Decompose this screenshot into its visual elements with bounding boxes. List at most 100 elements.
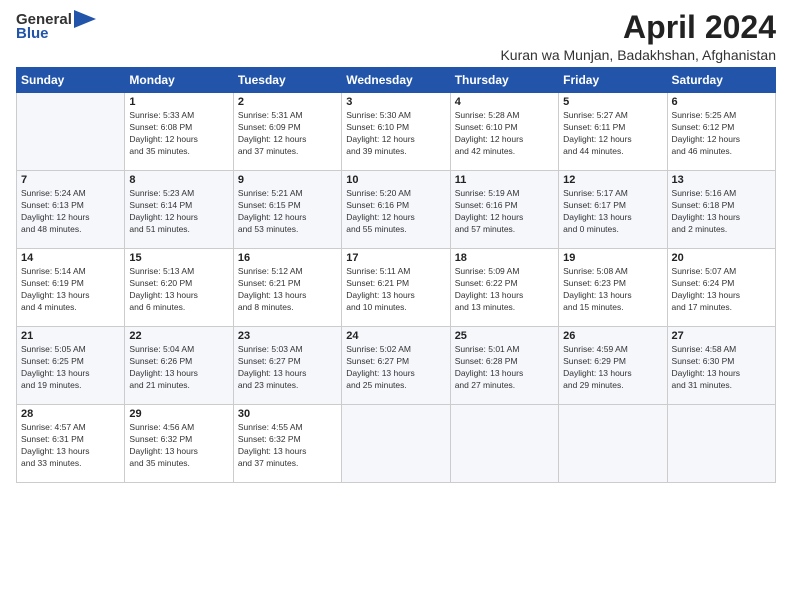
header: General Blue April 2024 Kuran wa Munjan,… (16, 10, 776, 63)
day-number: 13 (672, 174, 771, 186)
day-number: 11 (455, 174, 554, 186)
calendar-cell: 24 Sunrise: 5:02 AM Sunset: 6:27 PM Dayli… (342, 327, 450, 405)
day-number: 28 (21, 408, 120, 420)
day-info: Sunrise: 5:23 AM Sunset: 6:14 PM Dayligh… (129, 188, 228, 236)
calendar-table: SundayMondayTuesdayWednesdayThursdayFrid… (16, 67, 776, 483)
calendar-cell: 27 Sunrise: 4:58 AM Sunset: 6:30 PM Dayli… (667, 327, 775, 405)
day-number: 8 (129, 174, 228, 186)
day-info: Sunrise: 5:11 AM Sunset: 6:21 PM Dayligh… (346, 266, 445, 314)
day-number: 12 (563, 174, 662, 186)
day-info: Sunrise: 4:55 AM Sunset: 6:32 PM Dayligh… (238, 422, 337, 470)
day-info: Sunrise: 5:28 AM Sunset: 6:10 PM Dayligh… (455, 110, 554, 158)
logo: General Blue (16, 10, 96, 42)
day-info: Sunrise: 5:04 AM Sunset: 6:26 PM Dayligh… (129, 344, 228, 392)
page: General Blue April 2024 Kuran wa Munjan,… (0, 0, 792, 612)
header-row: SundayMondayTuesdayWednesdayThursdayFrid… (17, 68, 776, 93)
calendar-cell: 5 Sunrise: 5:27 AM Sunset: 6:11 PM Daylig… (559, 93, 667, 171)
day-info: Sunrise: 5:25 AM Sunset: 6:12 PM Dayligh… (672, 110, 771, 158)
day-info: Sunrise: 5:08 AM Sunset: 6:23 PM Dayligh… (563, 266, 662, 314)
calendar-cell: 17 Sunrise: 5:11 AM Sunset: 6:21 PM Dayli… (342, 249, 450, 327)
calendar-cell: 18 Sunrise: 5:09 AM Sunset: 6:22 PM Dayli… (450, 249, 558, 327)
calendar-cell: 15 Sunrise: 5:13 AM Sunset: 6:20 PM Dayli… (125, 249, 233, 327)
calendar-cell: 16 Sunrise: 5:12 AM Sunset: 6:21 PM Dayli… (233, 249, 341, 327)
calendar-cell: 14 Sunrise: 5:14 AM Sunset: 6:19 PM Dayli… (17, 249, 125, 327)
calendar-cell: 6 Sunrise: 5:25 AM Sunset: 6:12 PM Daylig… (667, 93, 775, 171)
calendar-cell (559, 405, 667, 483)
col-header-friday: Friday (559, 68, 667, 93)
logo-blue: Blue (16, 25, 49, 42)
calendar-cell: 19 Sunrise: 5:08 AM Sunset: 6:23 PM Dayli… (559, 249, 667, 327)
calendar-cell: 21Sunrise: 5:05 AM Sunset: 6:25 PM Dayli… (17, 327, 125, 405)
day-info: Sunrise: 5:07 AM Sunset: 6:24 PM Dayligh… (672, 266, 771, 314)
col-header-thursday: Thursday (450, 68, 558, 93)
calendar-cell: 29Sunrise: 4:56 AM Sunset: 6:32 PM Dayli… (125, 405, 233, 483)
col-header-tuesday: Tuesday (233, 68, 341, 93)
calendar-cell: 12Sunrise: 5:17 AM Sunset: 6:17 PM Dayli… (559, 171, 667, 249)
day-info: Sunrise: 5:01 AM Sunset: 6:28 PM Dayligh… (455, 344, 554, 392)
calendar-cell: 25 Sunrise: 5:01 AM Sunset: 6:28 PM Dayli… (450, 327, 558, 405)
day-info: Sunrise: 5:20 AM Sunset: 6:16 PM Dayligh… (346, 188, 445, 236)
week-row-3: 21Sunrise: 5:05 AM Sunset: 6:25 PM Dayli… (17, 327, 776, 405)
week-row-1: 7 Sunrise: 5:24 AM Sunset: 6:13 PM Daylig… (17, 171, 776, 249)
day-info: Sunrise: 5:13 AM Sunset: 6:20 PM Dayligh… (129, 266, 228, 314)
day-number: 22 (129, 330, 228, 342)
day-info: Sunrise: 4:58 AM Sunset: 6:30 PM Dayligh… (672, 344, 771, 392)
day-info: Sunrise: 5:02 AM Sunset: 6:27 PM Dayligh… (346, 344, 445, 392)
calendar-cell: 28Sunrise: 4:57 AM Sunset: 6:31 PM Dayli… (17, 405, 125, 483)
logo-icon (74, 10, 96, 28)
day-number: 9 (238, 174, 337, 186)
calendar-cell: 20 Sunrise: 5:07 AM Sunset: 6:24 PM Dayli… (667, 249, 775, 327)
week-row-0: 1 Sunrise: 5:33 AM Sunset: 6:08 PM Daylig… (17, 93, 776, 171)
day-number: 10 (346, 174, 445, 186)
day-info: Sunrise: 5:19 AM Sunset: 6:16 PM Dayligh… (455, 188, 554, 236)
day-info: Sunrise: 5:14 AM Sunset: 6:19 PM Dayligh… (21, 266, 120, 314)
day-info: Sunrise: 5:27 AM Sunset: 6:11 PM Dayligh… (563, 110, 662, 158)
day-number: 18 (455, 252, 554, 264)
day-number: 1 (129, 96, 228, 108)
day-number: 14 (21, 252, 120, 264)
day-number: 23 (238, 330, 337, 342)
day-info: Sunrise: 5:24 AM Sunset: 6:13 PM Dayligh… (21, 188, 120, 236)
day-number: 3 (346, 96, 445, 108)
week-row-2: 14 Sunrise: 5:14 AM Sunset: 6:19 PM Dayli… (17, 249, 776, 327)
day-number: 20 (672, 252, 771, 264)
calendar-cell (667, 405, 775, 483)
day-number: 27 (672, 330, 771, 342)
calendar-cell: 7 Sunrise: 5:24 AM Sunset: 6:13 PM Daylig… (17, 171, 125, 249)
day-number: 17 (346, 252, 445, 264)
day-number: 7 (21, 174, 120, 186)
day-info: Sunrise: 4:59 AM Sunset: 6:29 PM Dayligh… (563, 344, 662, 392)
col-header-saturday: Saturday (667, 68, 775, 93)
calendar-cell: 3Sunrise: 5:30 AM Sunset: 6:10 PM Daylig… (342, 93, 450, 171)
day-number: 26 (563, 330, 662, 342)
calendar-cell: 23 Sunrise: 5:03 AM Sunset: 6:27 PM Dayli… (233, 327, 341, 405)
day-number: 6 (672, 96, 771, 108)
col-header-sunday: Sunday (17, 68, 125, 93)
day-info: Sunrise: 5:12 AM Sunset: 6:21 PM Dayligh… (238, 266, 337, 314)
calendar-cell: 1 Sunrise: 5:33 AM Sunset: 6:08 PM Daylig… (125, 93, 233, 171)
calendar-cell: 22 Sunrise: 5:04 AM Sunset: 6:26 PM Dayli… (125, 327, 233, 405)
calendar-cell: 11 Sunrise: 5:19 AM Sunset: 6:16 PM Dayli… (450, 171, 558, 249)
day-info: Sunrise: 5:21 AM Sunset: 6:15 PM Dayligh… (238, 188, 337, 236)
day-number: 15 (129, 252, 228, 264)
calendar-cell: 8 Sunrise: 5:23 AM Sunset: 6:14 PM Daylig… (125, 171, 233, 249)
day-info: Sunrise: 5:33 AM Sunset: 6:08 PM Dayligh… (129, 110, 228, 158)
day-info: Sunrise: 5:16 AM Sunset: 6:18 PM Dayligh… (672, 188, 771, 236)
day-number: 21 (21, 330, 120, 342)
calendar-cell: 2Sunrise: 5:31 AM Sunset: 6:09 PM Daylig… (233, 93, 341, 171)
calendar-cell: 4Sunrise: 5:28 AM Sunset: 6:10 PM Daylig… (450, 93, 558, 171)
day-number: 24 (346, 330, 445, 342)
calendar-cell: 10 Sunrise: 5:20 AM Sunset: 6:16 PM Dayli… (342, 171, 450, 249)
day-number: 5 (563, 96, 662, 108)
day-info: Sunrise: 5:09 AM Sunset: 6:22 PM Dayligh… (455, 266, 554, 314)
day-number: 16 (238, 252, 337, 264)
calendar-cell: 9 Sunrise: 5:21 AM Sunset: 6:15 PM Daylig… (233, 171, 341, 249)
day-number: 29 (129, 408, 228, 420)
day-number: 19 (563, 252, 662, 264)
day-info: Sunrise: 5:03 AM Sunset: 6:27 PM Dayligh… (238, 344, 337, 392)
day-number: 25 (455, 330, 554, 342)
calendar-cell (450, 405, 558, 483)
calendar-cell: 26 Sunrise: 4:59 AM Sunset: 6:29 PM Dayli… (559, 327, 667, 405)
week-row-4: 28Sunrise: 4:57 AM Sunset: 6:31 PM Dayli… (17, 405, 776, 483)
calendar-cell: 13 Sunrise: 5:16 AM Sunset: 6:18 PM Dayli… (667, 171, 775, 249)
